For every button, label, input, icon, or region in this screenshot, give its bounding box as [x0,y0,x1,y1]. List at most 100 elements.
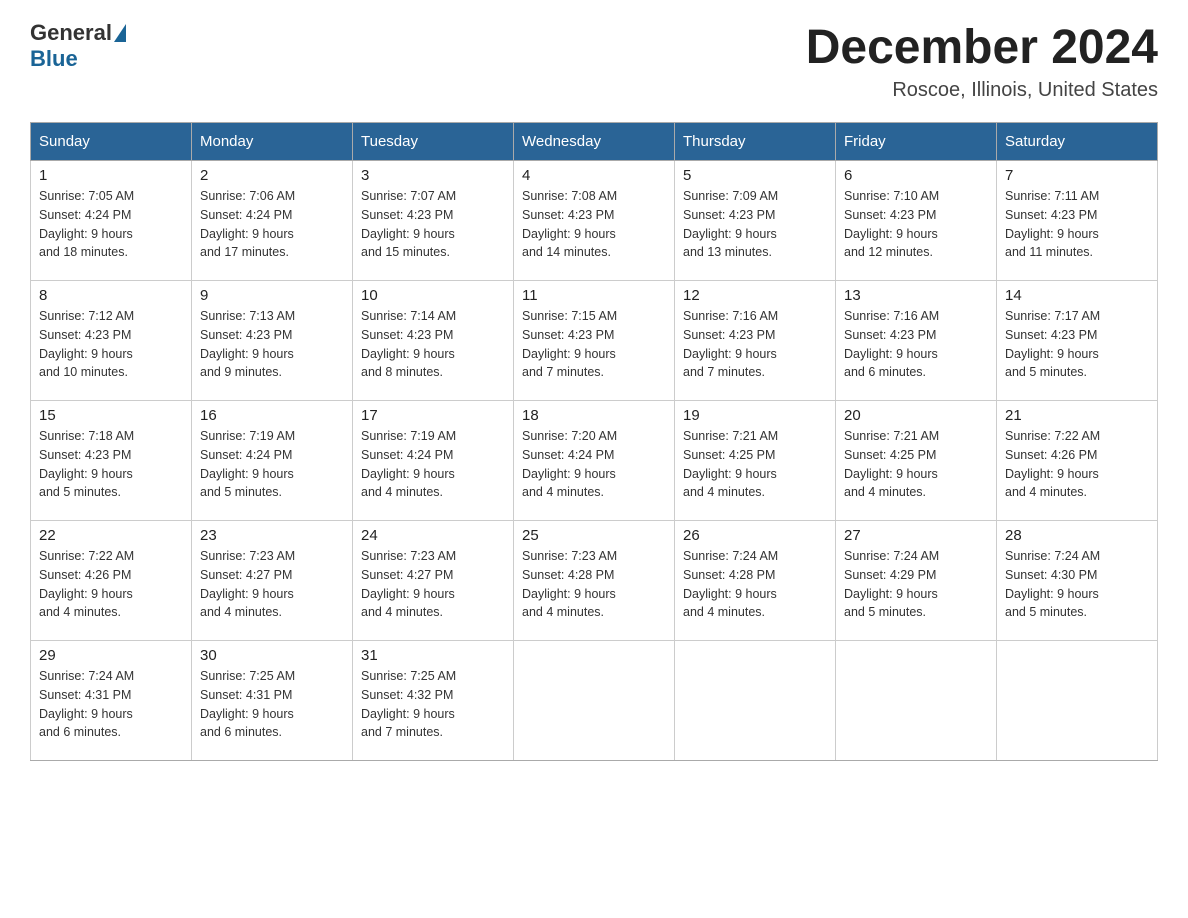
calendar-week-row: 29 Sunrise: 7:24 AM Sunset: 4:31 PM Dayl… [31,641,1158,761]
calendar-week-row: 22 Sunrise: 7:22 AM Sunset: 4:26 PM Dayl… [31,521,1158,641]
day-number: 5 [683,167,827,184]
calendar-cell: 1 Sunrise: 7:05 AM Sunset: 4:24 PM Dayli… [31,161,192,281]
day-info: Sunrise: 7:11 AM Sunset: 4:23 PM Dayligh… [1005,187,1149,262]
calendar-cell: 22 Sunrise: 7:22 AM Sunset: 4:26 PM Dayl… [31,521,192,641]
day-info: Sunrise: 7:06 AM Sunset: 4:24 PM Dayligh… [200,187,344,262]
day-info: Sunrise: 7:25 AM Sunset: 4:31 PM Dayligh… [200,667,344,742]
day-number: 10 [361,287,505,304]
day-number: 2 [200,167,344,184]
calendar-cell: 21 Sunrise: 7:22 AM Sunset: 4:26 PM Dayl… [997,401,1158,521]
calendar-cell [836,641,997,761]
day-info: Sunrise: 7:21 AM Sunset: 4:25 PM Dayligh… [683,427,827,502]
day-info: Sunrise: 7:20 AM Sunset: 4:24 PM Dayligh… [522,427,666,502]
day-info: Sunrise: 7:24 AM Sunset: 4:30 PM Dayligh… [1005,547,1149,622]
day-info: Sunrise: 7:08 AM Sunset: 4:23 PM Dayligh… [522,187,666,262]
calendar-cell: 14 Sunrise: 7:17 AM Sunset: 4:23 PM Dayl… [997,281,1158,401]
logo-triangle-icon [114,24,126,42]
day-info: Sunrise: 7:21 AM Sunset: 4:25 PM Dayligh… [844,427,988,502]
calendar-header-thursday: Thursday [675,123,836,161]
calendar-cell: 19 Sunrise: 7:21 AM Sunset: 4:25 PM Dayl… [675,401,836,521]
calendar-cell: 23 Sunrise: 7:23 AM Sunset: 4:27 PM Dayl… [192,521,353,641]
day-number: 1 [39,167,183,184]
day-info: Sunrise: 7:23 AM Sunset: 4:27 PM Dayligh… [361,547,505,622]
day-info: Sunrise: 7:24 AM Sunset: 4:28 PM Dayligh… [683,547,827,622]
day-info: Sunrise: 7:19 AM Sunset: 4:24 PM Dayligh… [200,427,344,502]
day-number: 3 [361,167,505,184]
calendar-cell: 20 Sunrise: 7:21 AM Sunset: 4:25 PM Dayl… [836,401,997,521]
logo-blue-text: Blue [30,46,78,72]
day-number: 28 [1005,527,1149,544]
calendar-cell: 6 Sunrise: 7:10 AM Sunset: 4:23 PM Dayli… [836,161,997,281]
day-info: Sunrise: 7:23 AM Sunset: 4:28 PM Dayligh… [522,547,666,622]
calendar-cell: 16 Sunrise: 7:19 AM Sunset: 4:24 PM Dayl… [192,401,353,521]
day-number: 21 [1005,407,1149,424]
day-number: 4 [522,167,666,184]
calendar-header-row: SundayMondayTuesdayWednesdayThursdayFrid… [31,123,1158,161]
calendar-cell: 31 Sunrise: 7:25 AM Sunset: 4:32 PM Dayl… [353,641,514,761]
day-number: 20 [844,407,988,424]
calendar-cell: 8 Sunrise: 7:12 AM Sunset: 4:23 PM Dayli… [31,281,192,401]
calendar-cell: 18 Sunrise: 7:20 AM Sunset: 4:24 PM Dayl… [514,401,675,521]
page-title: December 2024 [806,20,1158,75]
calendar-cell: 4 Sunrise: 7:08 AM Sunset: 4:23 PM Dayli… [514,161,675,281]
day-number: 26 [683,527,827,544]
day-info: Sunrise: 7:24 AM Sunset: 4:31 PM Dayligh… [39,667,183,742]
day-info: Sunrise: 7:16 AM Sunset: 4:23 PM Dayligh… [683,307,827,382]
day-number: 14 [1005,287,1149,304]
calendar-header-friday: Friday [836,123,997,161]
day-number: 9 [200,287,344,304]
day-info: Sunrise: 7:13 AM Sunset: 4:23 PM Dayligh… [200,307,344,382]
day-number: 30 [200,647,344,664]
day-info: Sunrise: 7:09 AM Sunset: 4:23 PM Dayligh… [683,187,827,262]
calendar-cell: 25 Sunrise: 7:23 AM Sunset: 4:28 PM Dayl… [514,521,675,641]
calendar-cell: 10 Sunrise: 7:14 AM Sunset: 4:23 PM Dayl… [353,281,514,401]
day-number: 8 [39,287,183,304]
day-number: 19 [683,407,827,424]
title-block: December 2024 Roscoe, Illinois, United S… [806,20,1158,102]
day-number: 13 [844,287,988,304]
calendar-cell: 17 Sunrise: 7:19 AM Sunset: 4:24 PM Dayl… [353,401,514,521]
calendar-cell: 11 Sunrise: 7:15 AM Sunset: 4:23 PM Dayl… [514,281,675,401]
day-number: 15 [39,407,183,424]
calendar-cell: 29 Sunrise: 7:24 AM Sunset: 4:31 PM Dayl… [31,641,192,761]
calendar-header-tuesday: Tuesday [353,123,514,161]
day-info: Sunrise: 7:07 AM Sunset: 4:23 PM Dayligh… [361,187,505,262]
calendar-cell: 9 Sunrise: 7:13 AM Sunset: 4:23 PM Dayli… [192,281,353,401]
day-number: 23 [200,527,344,544]
day-number: 25 [522,527,666,544]
day-info: Sunrise: 7:23 AM Sunset: 4:27 PM Dayligh… [200,547,344,622]
calendar-table: SundayMondayTuesdayWednesdayThursdayFrid… [30,122,1158,761]
calendar-cell: 5 Sunrise: 7:09 AM Sunset: 4:23 PM Dayli… [675,161,836,281]
page-subtitle: Roscoe, Illinois, United States [806,79,1158,102]
calendar-cell: 27 Sunrise: 7:24 AM Sunset: 4:29 PM Dayl… [836,521,997,641]
calendar-cell: 30 Sunrise: 7:25 AM Sunset: 4:31 PM Dayl… [192,641,353,761]
calendar-week-row: 1 Sunrise: 7:05 AM Sunset: 4:24 PM Dayli… [31,161,1158,281]
calendar-header-monday: Monday [192,123,353,161]
logo-general-text: General [30,20,112,46]
day-info: Sunrise: 7:17 AM Sunset: 4:23 PM Dayligh… [1005,307,1149,382]
day-number: 31 [361,647,505,664]
day-number: 22 [39,527,183,544]
day-number: 18 [522,407,666,424]
logo: General Blue [30,20,128,72]
calendar-cell: 2 Sunrise: 7:06 AM Sunset: 4:24 PM Dayli… [192,161,353,281]
calendar-cell: 12 Sunrise: 7:16 AM Sunset: 4:23 PM Dayl… [675,281,836,401]
day-info: Sunrise: 7:16 AM Sunset: 4:23 PM Dayligh… [844,307,988,382]
calendar-cell: 3 Sunrise: 7:07 AM Sunset: 4:23 PM Dayli… [353,161,514,281]
calendar-cell: 7 Sunrise: 7:11 AM Sunset: 4:23 PM Dayli… [997,161,1158,281]
day-number: 24 [361,527,505,544]
day-info: Sunrise: 7:25 AM Sunset: 4:32 PM Dayligh… [361,667,505,742]
calendar-cell: 24 Sunrise: 7:23 AM Sunset: 4:27 PM Dayl… [353,521,514,641]
day-number: 17 [361,407,505,424]
calendar-header-wednesday: Wednesday [514,123,675,161]
day-number: 7 [1005,167,1149,184]
calendar-cell [514,641,675,761]
day-info: Sunrise: 7:22 AM Sunset: 4:26 PM Dayligh… [39,547,183,622]
day-info: Sunrise: 7:19 AM Sunset: 4:24 PM Dayligh… [361,427,505,502]
calendar-week-row: 8 Sunrise: 7:12 AM Sunset: 4:23 PM Dayli… [31,281,1158,401]
calendar-week-row: 15 Sunrise: 7:18 AM Sunset: 4:23 PM Dayl… [31,401,1158,521]
calendar-cell: 26 Sunrise: 7:24 AM Sunset: 4:28 PM Dayl… [675,521,836,641]
calendar-cell [675,641,836,761]
day-info: Sunrise: 7:05 AM Sunset: 4:24 PM Dayligh… [39,187,183,262]
calendar-header-sunday: Sunday [31,123,192,161]
